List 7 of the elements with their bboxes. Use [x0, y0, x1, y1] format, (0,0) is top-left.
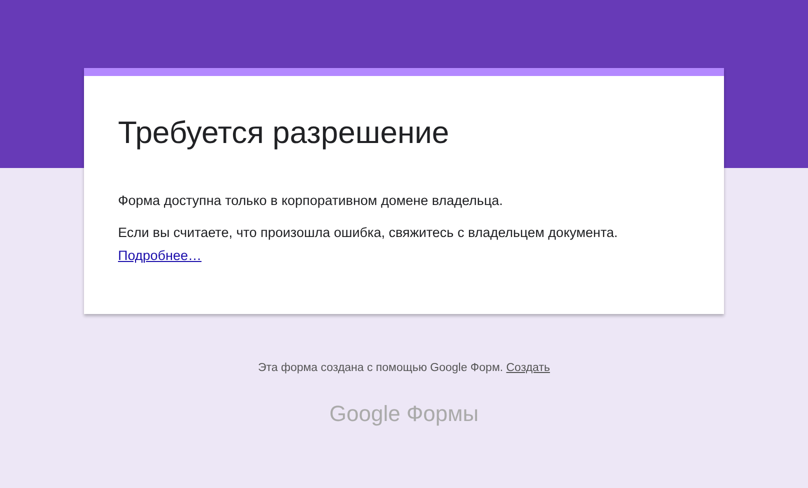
card-title: Требуется разрешение	[118, 114, 450, 152]
message-text: Если вы считаете, что произошла ошибка, свяжитесь с владельцем документа.	[118, 224, 619, 242]
create-link[interactable]: Создать	[506, 362, 550, 374]
forms-logo: Google Формы	[329, 400, 479, 426]
footer-text: Эта форма создана с помощью Google Форм.	[258, 362, 504, 374]
learn-more-link[interactable]: Подробнее…	[118, 248, 202, 263]
message-text: Форма доступна только в корпоративном домене владельца.	[118, 192, 504, 210]
